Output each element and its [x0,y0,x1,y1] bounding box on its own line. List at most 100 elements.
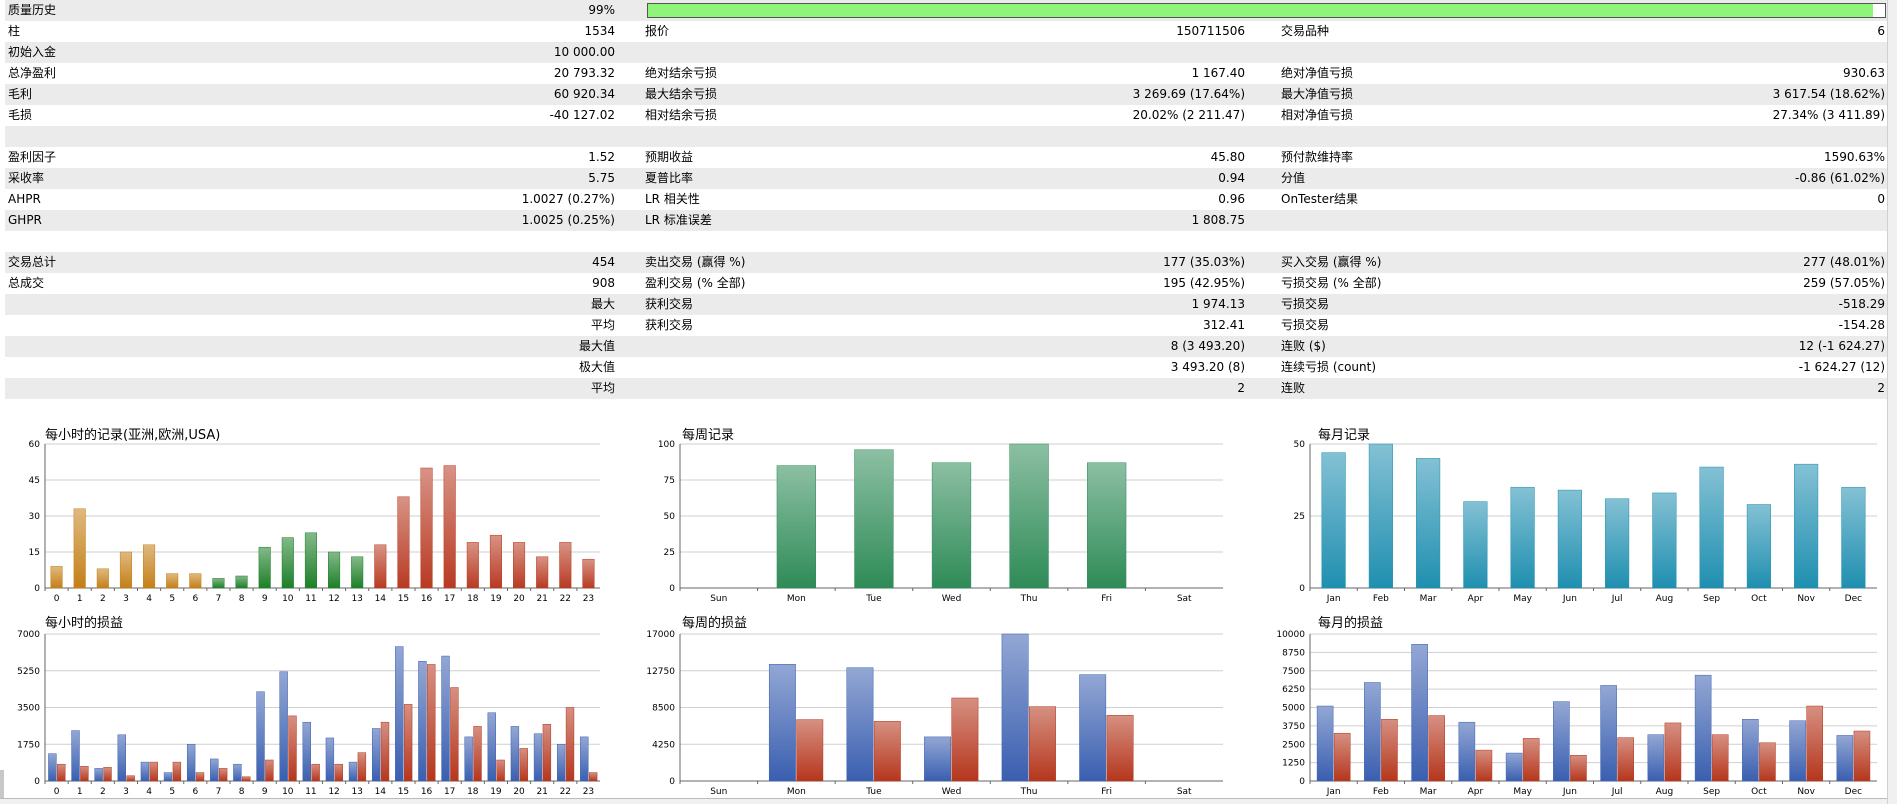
stats-row: GHPR 1.0025 (0.25%) LR 标准误差 1 808.75 [5,210,1887,231]
hourly_pnl-bar-s0 [233,763,242,782]
hourly_pnl-xtick-label: 23 [583,787,594,797]
weekly_records-xtick-label: Sat [1177,594,1192,604]
monthly_records-ytick-label: 0 [1299,584,1305,594]
hourly_records-bar [281,537,294,589]
hourly_records-xtick-label: 6 [192,594,198,604]
stats-table: 质量历史 99% 柱 1534 报价 150711506 交易品种 6 初始入金 10 000.0… [5,0,1887,420]
hourly_pnl-bar-s1 [311,763,320,782]
hourly_pnl-xtick-label: 21 [536,787,547,797]
quality-progress-fill [648,4,1873,17]
stats-cell-c3: 150711506 [1176,24,1245,38]
hourly_pnl-bar-s0 [464,736,473,782]
stats-cell-c3: 3 269.69 (17.64%) [1132,87,1245,101]
weekly_records-xtick-label: Sun [710,594,727,604]
monthly_pnl-xtick-label: Jul [1611,787,1623,797]
hourly_records-xtick-label: 14 [375,594,387,604]
hourly_records-xtick-label: 3 [123,594,129,604]
stats-row: 采收率 5.75 夏普比率 0.94 分值 -0.86 (61.02%) [5,168,1887,189]
weekly_pnl-bar-s0 [924,736,951,782]
stats-cell-c0: 毛损 [8,108,33,122]
hourly_records-xtick-label: 10 [282,594,294,604]
hourly_records-bar [420,467,433,589]
weekly_records-bar [1009,443,1049,589]
monthly_pnl-xtick-label: Apr [1468,787,1484,797]
monthly_pnl-bar-s0 [1411,644,1428,782]
stats-cell-c5: 930.63 [1843,66,1885,80]
hourly_records-xtick-label: 19 [490,594,502,604]
hourly_pnl-bar-s0 [210,758,219,782]
hourly_pnl-bar-s1 [149,761,158,782]
stats-cell-c5: 3 617.54 (18.62%) [1772,87,1885,101]
monthly_pnl-xtick-label: May [1513,787,1532,797]
hourly_records-bar [466,542,479,589]
hourly_pnl-bar-s0 [533,733,543,782]
monthly_pnl-bar-s0 [1694,674,1712,782]
stats-cell-c1: 平均 [590,318,615,332]
monthly_pnl-bar-s0 [1836,735,1854,782]
monthly_records-xtick-label: Nov [1797,594,1815,604]
hourly_pnl-bar-s1 [496,759,505,782]
monthly_pnl-xtick-label: Oct [1751,787,1767,797]
stats-cell-c1: -40 127.02 [549,108,615,122]
stats-cell-c0: 柱 [8,24,21,38]
hourly_pnl-bar-s0 [325,737,335,782]
hourly_pnl-bar-s0 [140,761,150,782]
monthly_pnl-ytick-label: 10000 [1276,630,1305,640]
hourly_records-ytick-label: 15 [29,548,40,558]
hourly_records-xtick-label: 7 [216,594,222,604]
monthly_records-xtick-label: Jun [1562,594,1577,604]
weekly_records-bar [776,465,817,589]
stats-row: 总成交 908 盈利交易 (% 全部) 195 (42.95%) 亏损交易 (% 全部)… [5,273,1887,294]
weekly_pnl-bar-s0 [1001,633,1029,782]
hourly_records-ytick-label: 45 [29,476,40,486]
weekly_pnl-xtick-label: Sun [710,787,727,797]
stats-cell-c1: 极大值 [578,360,615,374]
hourly_pnl-bar-s0 [279,671,288,782]
weekly_pnl-ytick-label: 8500 [652,704,675,714]
monthly_pnl-ytick-label: 3750 [1282,722,1305,732]
stats-cell-c2: 预期收益 [645,150,694,164]
stats-cell-c1: 1.0027 (0.27%) [521,192,615,206]
hourly_records-bar [374,544,387,589]
hourly_pnl-bar-s0 [418,661,427,782]
stats-cell-c1: 最大值 [578,339,615,353]
hourly_records-bar [304,532,317,589]
monthly_pnl-xtick-label: Jan [1326,787,1341,797]
monthly_pnl-bar-s1 [1475,749,1493,782]
hourly_pnl-bar-s1 [542,724,552,782]
monthly_records-xtick-label: Sep [1703,594,1720,604]
hourly_pnl-xtick-label: 3 [123,787,129,797]
hourly_records-xtick-label: 13 [351,594,362,604]
stats-cell-c3: 195 (42.95%) [1163,276,1245,290]
monthly_records-bar [1463,501,1488,589]
hourly_records-xtick-label: 2 [100,594,106,604]
monthly_pnl-xtick-label: Nov [1797,787,1815,797]
hourly_pnl-bar-s1 [519,748,528,782]
weekly_records-xtick-label: Fri [1101,594,1112,604]
bottom-tab-strip[interactable] [0,798,1887,804]
hourly_pnl-ytick-label: 0 [34,777,40,787]
hourly_pnl-bar-s1 [265,759,274,782]
stats-cell-c1: 99% [588,3,615,17]
stats-cell-c5: 12 (-1 624.27) [1798,339,1885,353]
weekly_pnl-bar-s1 [1029,706,1056,782]
hourly_pnl-xtick-label: 5 [169,787,175,797]
monthly_pnl-bar-s0 [1505,752,1523,782]
hourly_records-bar [559,542,572,589]
hourly_pnl-xtick-label: 0 [54,787,60,797]
monthly_records-bar [1557,489,1582,589]
stats-cell-c2: LR 标准误差 [645,213,712,227]
stats-cell-c5: 259 (57.05%) [1803,276,1885,290]
hourly_records-bar [397,496,410,589]
hourly_pnl-bar-s1 [242,776,251,782]
stats-row: 交易总计 454 卖出交易 (赢得 %) 177 (35.03%) 买入交易 (赢得 %… [5,252,1887,273]
right-scrollbar[interactable] [1887,0,1897,804]
weekly_records-xtick-label: Thu [1020,594,1038,604]
hourly_records-bar [143,544,156,589]
monthly_pnl-bar-s0 [1316,705,1334,782]
stats-cell-c1: 1534 [584,24,615,38]
hourly_pnl-xtick-label: 20 [513,787,525,797]
monthly_pnl-bar-s0 [1600,685,1617,782]
hourly_pnl-bar-s0 [71,730,80,782]
stats-cell-c3: 3 493.20 (8) [1170,360,1245,374]
